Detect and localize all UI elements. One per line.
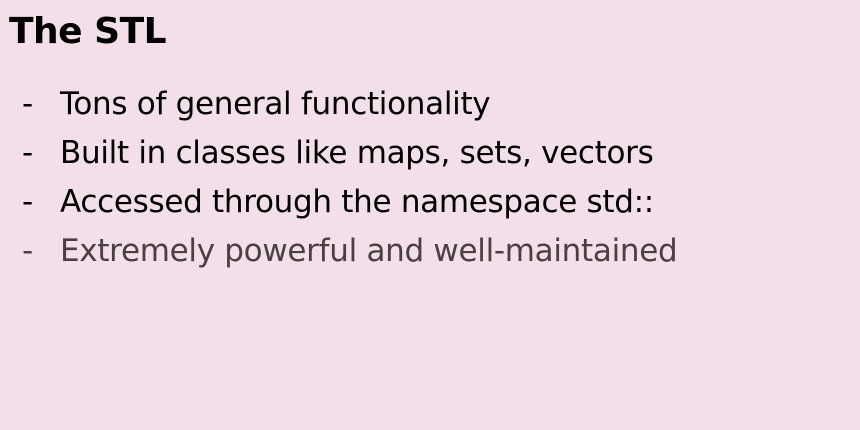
bullet-item: - Built in classes like maps, sets, vect… (22, 131, 677, 180)
slide: The STL - Tons of general functionality … (0, 0, 860, 430)
bullet-marker: - (22, 135, 34, 171)
bullet-text: Tons of general functionality (60, 86, 491, 122)
bullet-item: - Extremely powerful and well-maintained (22, 229, 678, 278)
bullet-marker: - (22, 233, 34, 269)
bullet-item: - Accessed through the namespace std:: (22, 180, 677, 229)
bullet-text: Extremely powerful and well-maintained (60, 233, 678, 269)
bullet-text: Accessed through the namespace std:: (60, 184, 654, 220)
bullet-text: Built in classes like maps, sets, vector… (60, 135, 654, 171)
bullet-list: - Tons of general functionality - Built … (22, 82, 678, 278)
bullet-marker: - (22, 86, 34, 122)
slide-title: The STL (9, 11, 167, 52)
bullet-item: - Tons of general functionality (22, 82, 677, 131)
bullet-marker: - (22, 184, 34, 220)
